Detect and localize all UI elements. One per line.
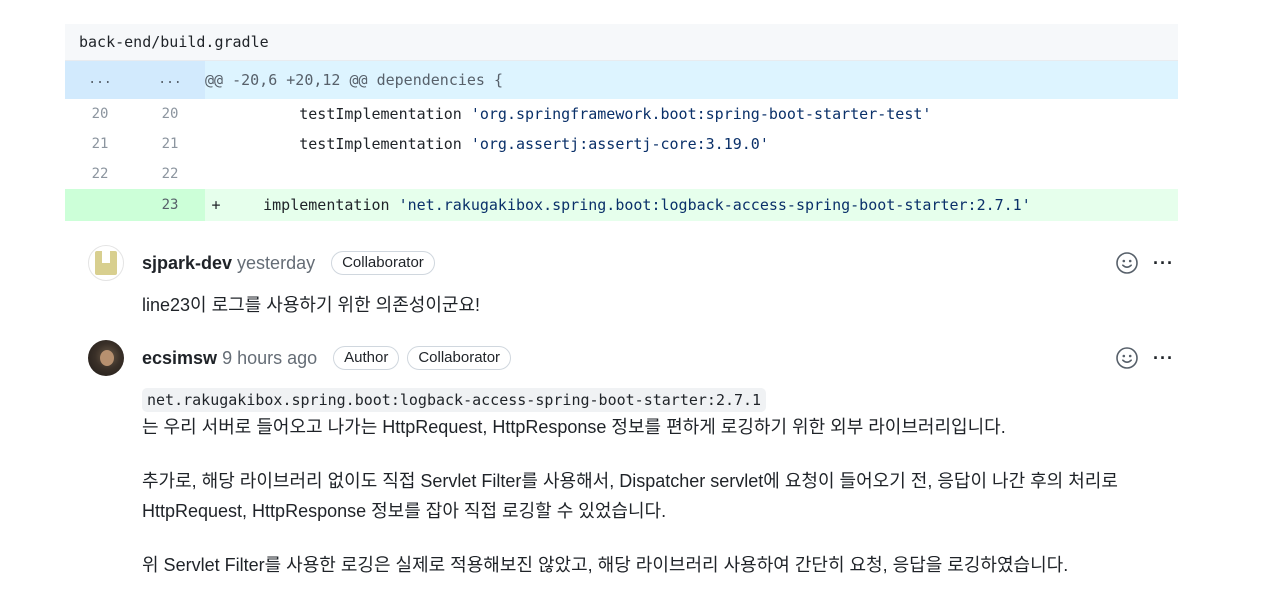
comment-body: net.rakugakibox.spring.boot:logback-acce…	[142, 386, 1178, 580]
review-comment: sjpark-dev yesterday Collaborator ··· li…	[88, 245, 1178, 320]
code-string: 'org.assertj:assertj-core:3.19.0'	[470, 135, 769, 153]
diff-sign	[205, 129, 227, 159]
inline-code-line: net.rakugakibox.spring.boot:logback-acce…	[142, 386, 1178, 412]
diff-code: testImplementation 'org.assertj:assertj-…	[227, 129, 1178, 159]
diff-code: testImplementation 'org.springframework.…	[227, 99, 1178, 129]
smiley-icon[interactable]	[1115, 346, 1139, 370]
pull-request-review-thread: back-end/build.gradle ... ... @@ -20,6 +…	[0, 0, 1280, 609]
comment-timestamp[interactable]: 9 hours ago	[222, 348, 317, 369]
diff-code	[227, 159, 1178, 189]
new-line-number[interactable]: 20	[135, 99, 205, 129]
kebab-horizontal-icon[interactable]: ···	[1153, 254, 1174, 272]
comment-text: 는 우리 서버로 들어오고 나가는 HttpRequest, HttpRespo…	[142, 417, 1006, 437]
new-line-number[interactable]: 21	[135, 129, 205, 159]
author-badge: Author	[333, 346, 400, 370]
code-keyword: implementation	[227, 196, 399, 214]
hunk-header-row[interactable]: ... ... @@ -20,6 +20,12 @@ dependencies …	[65, 61, 1178, 99]
old-line-number[interactable]: 21	[65, 129, 135, 159]
hunk-header: @@ -20,6 +20,12 @@ dependencies {	[205, 71, 504, 89]
comment-text: HttpRequest, HttpResponse 정보를 잡아 직접 로깅할 …	[142, 501, 667, 521]
diff-file-path[interactable]: back-end/build.gradle	[65, 24, 1178, 61]
collaborator-badge: Collaborator	[331, 251, 435, 275]
code-keyword: testImplementation	[227, 135, 471, 153]
diff-line[interactable]: 21 21 testImplementation 'org.assertj:as…	[65, 129, 1178, 159]
comment-body: line23이 로그를 사용하기 위한 의존성이군요!	[142, 290, 1178, 320]
new-line-number[interactable]: 23	[135, 189, 205, 221]
diff-sign: +	[211, 196, 221, 214]
old-line-number[interactable]: 20	[65, 99, 135, 129]
inline-code: net.rakugakibox.spring.boot:logback-acce…	[142, 388, 767, 412]
diff-line-added[interactable]: 23 + implementation 'net.rakugakibox.spr…	[65, 189, 1178, 221]
comment-text: 위 Servlet Filter를 사용한 로깅은 실제로 적용해보진 않았고,…	[142, 555, 1069, 575]
comment-text: 추가로, 해당 라이브러리 없이도 직접 Servlet Filter를 사용해…	[142, 471, 1118, 491]
code-string: 'org.springframework.boot:spring-boot-st…	[470, 105, 932, 123]
comment-header: ecsimsw 9 hours ago Author Collaborator …	[88, 340, 1178, 376]
collaborator-badge: Collaborator	[407, 346, 512, 370]
comment-author[interactable]: ecsimsw	[142, 348, 217, 369]
diff-line[interactable]: 20 20 testImplementation 'org.springfram…	[65, 99, 1178, 129]
diff-code: implementation 'net.rakugakibox.spring.b…	[227, 189, 1178, 221]
diff-line[interactable]: 22 22	[65, 159, 1178, 189]
review-comment: ecsimsw 9 hours ago Author Collaborator …	[88, 340, 1178, 580]
smiley-icon[interactable]	[1115, 251, 1139, 275]
comment-actions: ···	[1115, 346, 1178, 370]
expand-new-line[interactable]: ...	[135, 61, 205, 99]
old-line-number[interactable]: 22	[65, 159, 135, 189]
comment-actions: ···	[1115, 251, 1178, 275]
diff-hunk: back-end/build.gradle ... ... @@ -20,6 +…	[65, 24, 1178, 221]
old-line-number[interactable]	[65, 189, 135, 221]
diff-sign	[205, 159, 227, 189]
comment-timestamp[interactable]: yesterday	[237, 253, 315, 274]
diff-sign	[205, 99, 227, 129]
avatar[interactable]	[88, 245, 124, 281]
expand-old-line[interactable]: ...	[65, 61, 135, 99]
new-line-number[interactable]: 22	[135, 159, 205, 189]
comment-author[interactable]: sjpark-dev	[142, 253, 232, 274]
comment-text: line23이 로그를 사용하기 위한 의존성이군요!	[142, 295, 481, 315]
kebab-horizontal-icon[interactable]: ···	[1153, 349, 1174, 367]
avatar[interactable]	[88, 340, 124, 376]
code-keyword: testImplementation	[227, 105, 471, 123]
comment-header: sjpark-dev yesterday Collaborator ···	[88, 245, 1178, 281]
code-string: 'net.rakugakibox.spring.boot:logback-acc…	[398, 196, 1031, 214]
